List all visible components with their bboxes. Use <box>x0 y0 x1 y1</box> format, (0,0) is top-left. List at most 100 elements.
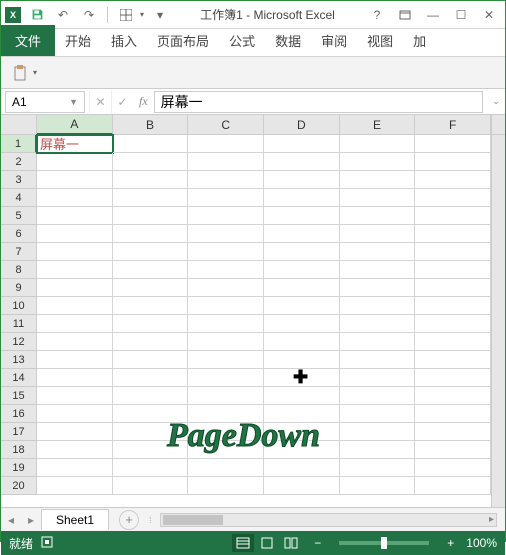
cell-A10[interactable] <box>37 297 113 315</box>
cell-B14[interactable] <box>113 369 189 387</box>
paste-dropdown-icon[interactable]: ▾ <box>33 68 37 77</box>
redo-button[interactable]: ↷ <box>79 5 99 25</box>
cell-C18[interactable] <box>188 441 264 459</box>
row-header-18[interactable]: 18 <box>1 441 37 459</box>
borders-button[interactable] <box>116 5 136 25</box>
horizontal-scrollbar[interactable]: ▸ <box>160 513 497 527</box>
cell-F1[interactable] <box>415 135 491 153</box>
cell-A3[interactable] <box>37 171 113 189</box>
qat-customize-button[interactable]: ▾ <box>150 5 170 25</box>
cell-A2[interactable] <box>37 153 113 171</box>
cell-B10[interactable] <box>113 297 189 315</box>
cell-E15[interactable] <box>340 387 416 405</box>
row-header-6[interactable]: 6 <box>1 225 37 243</box>
cell-D18[interactable] <box>264 441 340 459</box>
cell-C7[interactable] <box>188 243 264 261</box>
cell-F9[interactable] <box>415 279 491 297</box>
cell-D2[interactable] <box>264 153 340 171</box>
cell-D8[interactable] <box>264 261 340 279</box>
cell-D1[interactable] <box>264 135 340 153</box>
cell-E10[interactable] <box>340 297 416 315</box>
cell-B13[interactable] <box>113 351 189 369</box>
column-header-E[interactable]: E <box>340 115 416 135</box>
select-all-corner[interactable] <box>1 115 37 135</box>
ribbon-options-button[interactable] <box>393 5 417 25</box>
cell-D12[interactable] <box>264 333 340 351</box>
cell-A9[interactable] <box>37 279 113 297</box>
row-header-2[interactable]: 2 <box>1 153 37 171</box>
cell-B7[interactable] <box>113 243 189 261</box>
zoom-in-button[interactable]: + <box>443 536 458 550</box>
cell-D20[interactable] <box>264 477 340 495</box>
cell-E7[interactable] <box>340 243 416 261</box>
paste-button[interactable] <box>9 62 31 84</box>
tab-page-layout[interactable]: 页面布局 <box>147 25 219 56</box>
cell-A16[interactable] <box>37 405 113 423</box>
record-macro-icon[interactable] <box>41 536 53 551</box>
row-header-13[interactable]: 13 <box>1 351 37 369</box>
zoom-thumb[interactable] <box>381 537 387 549</box>
cell-B3[interactable] <box>113 171 189 189</box>
cell-B17[interactable] <box>113 423 189 441</box>
cell-F20[interactable] <box>415 477 491 495</box>
cell-B11[interactable] <box>113 315 189 333</box>
tab-insert[interactable]: 插入 <box>101 25 147 56</box>
cell-D16[interactable] <box>264 405 340 423</box>
zoom-out-button[interactable]: − <box>310 536 325 550</box>
column-header-C[interactable]: C <box>188 115 264 135</box>
cell-C20[interactable] <box>188 477 264 495</box>
cell-A6[interactable] <box>37 225 113 243</box>
cell-E14[interactable] <box>340 369 416 387</box>
row-header-10[interactable]: 10 <box>1 297 37 315</box>
sheet-nav-prev[interactable]: ◂ <box>1 513 21 527</box>
cell-B12[interactable] <box>113 333 189 351</box>
cell-E13[interactable] <box>340 351 416 369</box>
cell-E5[interactable] <box>340 207 416 225</box>
tab-addins[interactable]: 加 <box>403 25 436 56</box>
cell-B5[interactable] <box>113 207 189 225</box>
cell-A7[interactable] <box>37 243 113 261</box>
cell-F13[interactable] <box>415 351 491 369</box>
cell-D3[interactable] <box>264 171 340 189</box>
formula-expand-icon[interactable]: ⌄ <box>487 96 505 107</box>
cells-grid[interactable]: ✚ PageDown 屏幕一 <box>37 135 491 507</box>
cell-B20[interactable] <box>113 477 189 495</box>
cell-E3[interactable] <box>340 171 416 189</box>
cell-E8[interactable] <box>340 261 416 279</box>
cell-A12[interactable] <box>37 333 113 351</box>
name-box[interactable]: A1 ▼ <box>5 91 85 113</box>
sheet-tab-active[interactable]: Sheet1 <box>41 509 109 530</box>
cell-C1[interactable] <box>188 135 264 153</box>
cell-B18[interactable] <box>113 441 189 459</box>
cell-F14[interactable] <box>415 369 491 387</box>
row-header-15[interactable]: 15 <box>1 387 37 405</box>
fx-label[interactable]: fx <box>133 94 154 109</box>
cell-A17[interactable] <box>37 423 113 441</box>
cell-B6[interactable] <box>113 225 189 243</box>
cell-C14[interactable] <box>188 369 264 387</box>
minimize-button[interactable]: — <box>421 5 445 25</box>
cell-D15[interactable] <box>264 387 340 405</box>
cell-A15[interactable] <box>37 387 113 405</box>
cell-C2[interactable] <box>188 153 264 171</box>
cell-C17[interactable] <box>188 423 264 441</box>
row-header-8[interactable]: 8 <box>1 261 37 279</box>
column-header-A[interactable]: A <box>37 115 113 135</box>
cell-A5[interactable] <box>37 207 113 225</box>
cell-C3[interactable] <box>188 171 264 189</box>
save-button[interactable] <box>27 5 47 25</box>
cell-E9[interactable] <box>340 279 416 297</box>
row-header-11[interactable]: 11 <box>1 315 37 333</box>
cell-A11[interactable] <box>37 315 113 333</box>
cell-C10[interactable] <box>188 297 264 315</box>
cell-F4[interactable] <box>415 189 491 207</box>
view-normal-button[interactable] <box>232 534 254 552</box>
maximize-button[interactable]: ☐ <box>449 5 473 25</box>
cell-F18[interactable] <box>415 441 491 459</box>
cell-B9[interactable] <box>113 279 189 297</box>
cell-A8[interactable] <box>37 261 113 279</box>
cell-F2[interactable] <box>415 153 491 171</box>
cell-F5[interactable] <box>415 207 491 225</box>
name-box-dropdown-icon[interactable]: ▼ <box>69 97 78 107</box>
cell-B19[interactable] <box>113 459 189 477</box>
